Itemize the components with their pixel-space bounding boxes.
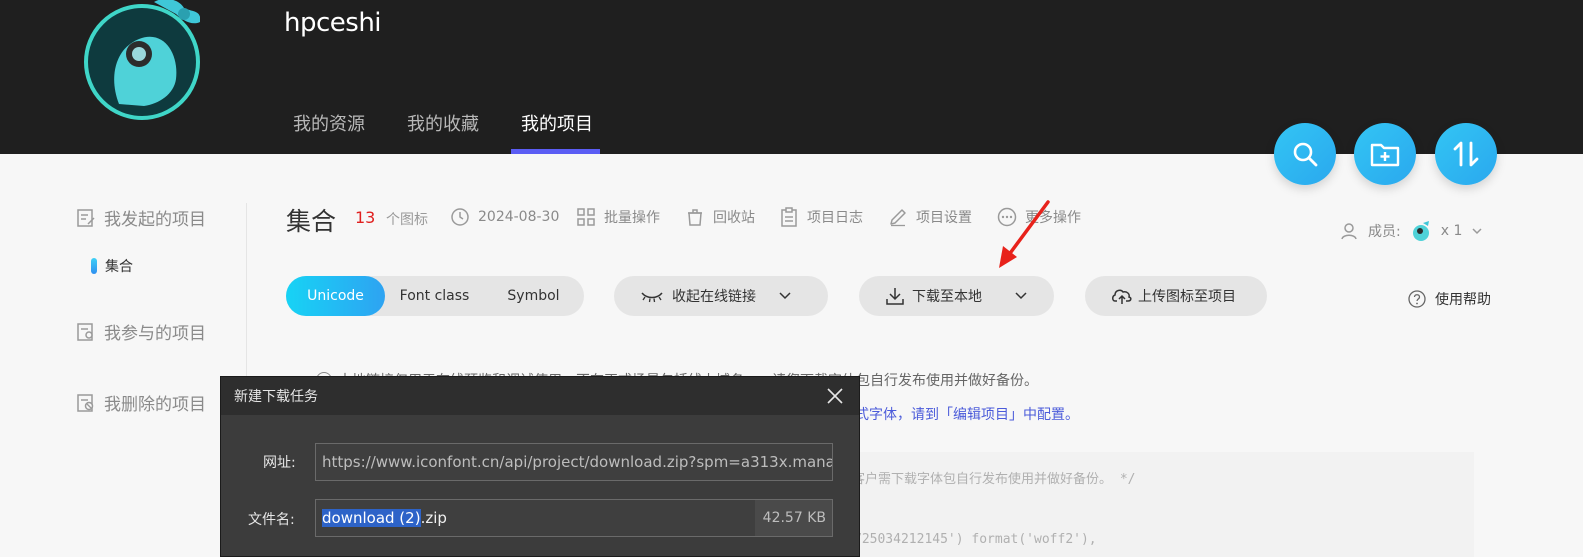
clipboard-icon — [781, 207, 797, 227]
user-avatar[interactable] — [84, 0, 200, 124]
date-text: 2024-08-30 — [478, 209, 560, 225]
members-count: x 1 — [1440, 223, 1463, 239]
edit-list-icon — [77, 208, 95, 227]
dialog-title: 新建下载任务 — [234, 389, 318, 405]
tool-label: 项目日志 — [807, 210, 863, 226]
username: hpceshi — [284, 8, 382, 38]
tab-my-favorites[interactable]: 我的收藏 — [407, 110, 479, 136]
grid-icon — [577, 208, 595, 226]
tool-label: 项目设置 — [916, 210, 972, 226]
tool-label: 回收站 — [713, 210, 755, 226]
format-segmented-control: Unicode Font class Symbol — [286, 276, 584, 316]
sort-button[interactable] — [1435, 123, 1497, 185]
chevron-down-icon — [1015, 292, 1027, 300]
search-button[interactable] — [1274, 123, 1336, 185]
chevron-down-icon — [779, 292, 791, 300]
project-title: 集合 — [286, 207, 337, 236]
chevron-down-icon — [1472, 228, 1482, 235]
download-task-dialog: 新建下载任务 网址: https://www.iconfont.cn/api/p… — [220, 376, 860, 557]
clock-icon — [451, 208, 469, 226]
project-log-button[interactable]: 项目日志 — [779, 207, 863, 227]
file-size: 42.57 KB — [754, 500, 832, 536]
format-font-class[interactable]: Font class — [385, 288, 484, 304]
format-unicode[interactable]: Unicode — [286, 276, 385, 316]
url-field[interactable]: https://www.iconfont.cn/api/project/down… — [315, 443, 833, 481]
active-tab-indicator — [511, 149, 600, 154]
red-arrow-annotation — [999, 200, 1050, 268]
sidebar-item-label: 我删除的项目 — [104, 395, 206, 415]
icon-count: 13 — [355, 208, 376, 227]
cloud-upload-icon — [1112, 289, 1132, 304]
dialog-header: 新建下载任务 — [221, 377, 859, 415]
members-dropdown[interactable]: 成员: x 1 — [1340, 219, 1484, 243]
header-bar: hpceshi 我的资源 我的收藏 我的项目 — [0, 0, 1583, 154]
download-local-button[interactable]: 下载至本地 — [859, 276, 1054, 316]
search-list-icon — [77, 322, 93, 341]
sidebar-item-label: 我发起的项目 — [104, 210, 206, 230]
sidebar-item-label: 我参与的项目 — [104, 324, 206, 344]
member-avatar — [1412, 221, 1429, 241]
pencil-icon — [890, 209, 906, 227]
download-label: 下载至本地 — [912, 289, 982, 305]
filename-field[interactable]: download (2) .zip 42.57 KB — [315, 499, 833, 537]
eye-closed-icon — [641, 292, 663, 303]
sidebar-item-initiated[interactable]: 我发起的项目 — [76, 205, 206, 230]
tool-label: 批量操作 — [604, 210, 660, 226]
filename-extension: .zip — [420, 509, 447, 527]
filename-selected-text: download (2) — [322, 509, 421, 527]
upload-icons-button[interactable]: 上传图标至项目 — [1085, 276, 1267, 316]
project-settings-button[interactable]: 项目设置 — [888, 207, 972, 227]
user-icon — [1341, 223, 1357, 240]
recycle-bin-button[interactable]: 回收站 — [685, 207, 755, 227]
sidebar-item-participated[interactable]: 我参与的项目 — [76, 319, 206, 344]
sidebar-project-label: 集合 — [105, 259, 133, 275]
members-label: 成员: — [1368, 224, 1401, 240]
folder-add-icon — [1370, 143, 1400, 167]
url-label: 网址: — [263, 455, 296, 471]
sort-icon — [1453, 141, 1479, 167]
new-project-button[interactable] — [1354, 123, 1416, 185]
code-line: 客户需下载字体包自行发布使用并做好备份。 */ — [852, 472, 1136, 487]
tab-my-resources[interactable]: 我的资源 — [293, 110, 365, 136]
project-date: 2024-08-30 — [450, 207, 559, 227]
code-line: 725034212145') format('woff2'), — [854, 532, 1097, 547]
tab-my-projects[interactable]: 我的项目 — [521, 110, 593, 136]
close-icon[interactable] — [825, 386, 845, 406]
icon-count-label: 个图标 — [386, 212, 428, 228]
question-circle-icon — [1408, 290, 1426, 308]
filename-label: 文件名: — [248, 512, 295, 528]
active-marker — [91, 258, 97, 274]
upload-label: 上传图标至项目 — [1138, 289, 1236, 305]
download-icon — [886, 288, 904, 305]
trash-icon — [688, 209, 702, 226]
help-label: 使用帮助 — [1435, 292, 1491, 308]
search-icon — [1293, 142, 1318, 167]
help-link[interactable]: 使用帮助 — [1407, 289, 1491, 309]
sidebar-project-item[interactable]: 集合 — [91, 256, 133, 276]
batch-operation-button[interactable]: 批量操作 — [576, 207, 660, 227]
collapse-link-button[interactable]: 收起在线链接 — [614, 276, 828, 316]
delete-list-icon — [77, 393, 94, 412]
format-symbol[interactable]: Symbol — [484, 288, 583, 304]
collapse-link-label: 收起在线链接 — [672, 289, 756, 305]
edit-project-link[interactable]: 式字体，请到「编辑项目」中配置。 — [855, 404, 1079, 424]
sidebar-item-deleted[interactable]: 我删除的项目 — [76, 390, 206, 415]
url-value: https://www.iconfont.cn/api/project/down… — [322, 453, 833, 471]
